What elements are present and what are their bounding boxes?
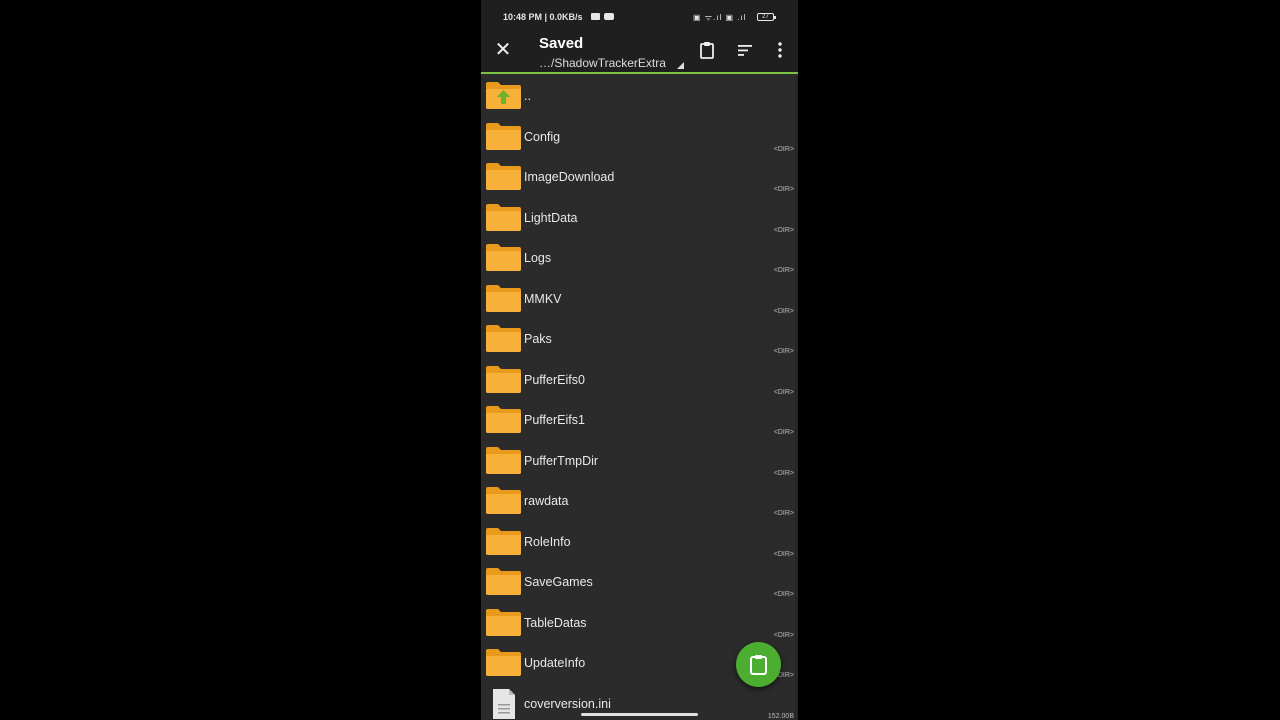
file-meta: <DIR>	[773, 186, 794, 193]
folder-row[interactable]: SaveGames <DIR>	[481, 562, 798, 603]
folder-row[interactable]: Config <DIR>	[481, 117, 798, 158]
folder-row[interactable]: RoleInfo <DIR>	[481, 522, 798, 563]
file-name: PufferEifs1	[524, 413, 585, 427]
paste-clipboard-icon	[750, 655, 767, 675]
document-icon	[493, 688, 515, 719]
folder-icon	[486, 203, 521, 231]
folder-icon	[486, 365, 521, 393]
folder-icon	[486, 325, 521, 352]
folder-row[interactable]: ImageDownload <DIR>	[481, 157, 798, 198]
folder-row[interactable]: Paks <DIR>	[481, 319, 798, 360]
close-icon[interactable]: ✕	[493, 40, 513, 60]
file-meta: <DIR>	[773, 591, 794, 598]
folder-icon	[486, 608, 521, 636]
folder-icon	[486, 163, 521, 190]
file-name: Paks	[524, 332, 552, 346]
folder-icon	[486, 568, 521, 595]
file-meta: <DIR>	[773, 510, 794, 517]
page-title: Saved	[539, 35, 584, 52]
folder-icon	[486, 406, 521, 433]
file-name: PufferTmpDir	[524, 453, 599, 468]
dropdown-indicator-icon	[677, 62, 684, 69]
folder-row[interactable]: PufferTmpDir <DIR>	[481, 441, 798, 482]
folder-icon	[486, 446, 521, 474]
file-meta: <DIR>	[773, 145, 794, 153]
folder-row[interactable]: MMKV <DIR>	[481, 279, 798, 320]
parent-directory-row[interactable]: ..	[481, 76, 798, 117]
home-indicator[interactable]	[581, 713, 698, 716]
file-meta: <DIR>	[773, 429, 794, 436]
paste-button[interactable]	[736, 642, 781, 687]
folder-row[interactable]: rawdata <DIR>	[481, 481, 798, 522]
folder-row[interactable]: LightData <DIR>	[481, 198, 798, 239]
sort-icon[interactable]	[735, 40, 755, 60]
file-name: ImageDownload	[524, 170, 615, 184]
file-meta: 152.00B	[767, 712, 794, 720]
youtube-icon	[604, 13, 614, 20]
signal-icons: ▣ ᯤ.ıl ▣ .ıl	[693, 13, 747, 22]
folder-up-icon	[486, 82, 521, 109]
clipboard-icon[interactable]	[697, 40, 717, 60]
path-selector[interactable]: …/ShadowTrackerExtra	[539, 56, 666, 70]
folder-row[interactable]: Logs <DIR>	[481, 238, 798, 279]
status-bar: 10:48 PM | 0.0KB/s ▣ ᯤ.ıl ▣ .ıl 27	[481, 0, 798, 34]
file-name: coverversion.ini	[524, 696, 611, 711]
battery-icon: 27	[757, 13, 776, 21]
file-meta: <DIR>	[773, 550, 794, 558]
file-name: UpdateInfo	[524, 656, 586, 670]
file-name: RoleInfo	[524, 534, 571, 549]
folder-icon	[486, 122, 521, 150]
file-meta: <DIR>	[773, 307, 794, 315]
folder-icon	[486, 649, 521, 676]
file-meta: <DIR>	[773, 388, 794, 396]
file-name: Logs	[524, 251, 552, 265]
file-name: Config	[524, 129, 561, 144]
phone-screen: 10:48 PM | 0.0KB/s ▣ ᯤ.ıl ▣ .ıl 27 ✕ Sav…	[481, 0, 798, 720]
toolbar: ✕ Saved …/ShadowTrackerExtra	[481, 34, 798, 74]
file-meta: <DIR>	[773, 631, 794, 639]
file-name: MMKV	[524, 291, 562, 306]
file-name: rawdata	[524, 494, 569, 508]
folder-row[interactable]: TableDatas <DIR>	[481, 603, 798, 644]
folder-icon	[486, 284, 521, 312]
file-name: LightData	[524, 210, 578, 225]
file-meta: <DIR>	[773, 267, 794, 274]
file-name: ..	[524, 89, 531, 103]
file-meta: <DIR>	[773, 469, 794, 477]
folder-row[interactable]: PufferEifs1 <DIR>	[481, 400, 798, 441]
folder-icon	[486, 487, 521, 514]
file-name: TableDatas	[524, 615, 587, 630]
file-list: .. Config <DIR> ImageDownload <DIR> LightData…	[481, 76, 798, 720]
screen-record-icon	[591, 13, 600, 20]
file-meta: <DIR>	[773, 348, 794, 355]
folder-icon	[486, 244, 521, 271]
file-name: SaveGames	[524, 575, 593, 589]
file-meta: <DIR>	[773, 226, 794, 234]
more-vertical-icon[interactable]	[770, 40, 790, 60]
status-time: 10:48 PM | 0.0KB/s	[503, 12, 583, 22]
file-name: PufferEifs0	[524, 372, 585, 387]
folder-row[interactable]: PufferEifs0 <DIR>	[481, 360, 798, 401]
folder-icon	[486, 527, 521, 555]
